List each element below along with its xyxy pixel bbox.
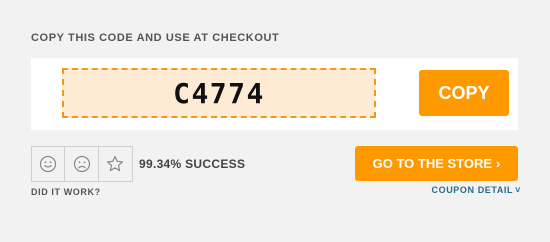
coupon-detail-label: COUPON DETAIL (431, 185, 514, 195)
coupon-code: C4774 (173, 76, 265, 110)
smile-icon (40, 155, 57, 173)
works-button[interactable] (32, 147, 66, 181)
star-icon (107, 155, 124, 172)
go-to-store-button[interactable]: GO TO THE STORE › (355, 146, 518, 181)
favorite-button[interactable] (99, 147, 132, 181)
copy-instruction: COPY THIS CODE AND USE AT CHECKOUT (31, 32, 280, 44)
success-rate: 99.34% SUCCESS (139, 157, 246, 171)
frown-icon (73, 155, 90, 173)
go-to-store-label: GO TO THE STORE (372, 156, 493, 171)
chevron-down-icon: ˅ (515, 185, 521, 195)
feedback-group (31, 146, 133, 182)
chevron-right-icon: › (496, 156, 501, 171)
did-it-work-label: DID IT WORK? (31, 187, 101, 197)
did-not-work-button[interactable] (65, 147, 99, 181)
copy-button[interactable]: COPY (419, 70, 509, 116)
coupon-detail-link[interactable]: COUPON DETAIL ˅ (432, 185, 522, 195)
coupon-card: C4774 COPY (31, 58, 518, 130)
coupon-code-box[interactable]: C4774 (62, 68, 376, 118)
